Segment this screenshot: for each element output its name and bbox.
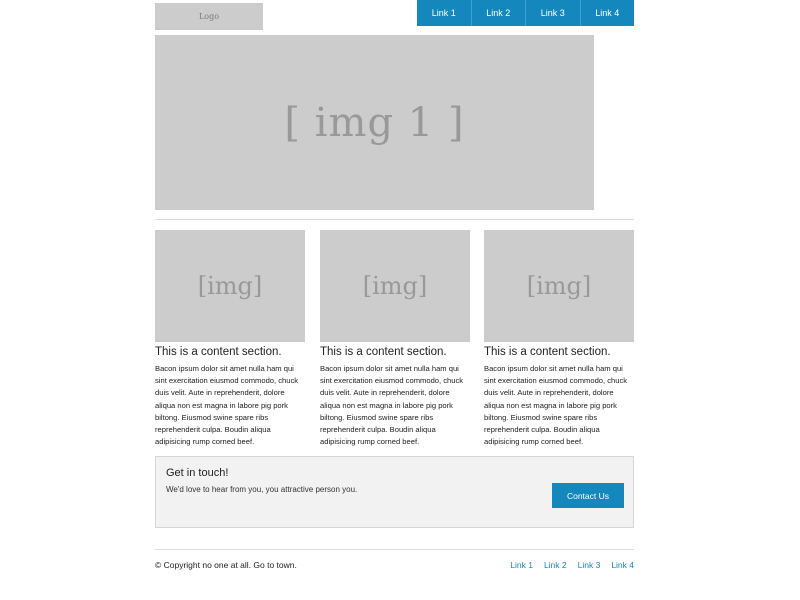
nav-link-4[interactable]: Link 4 bbox=[579, 0, 635, 26]
content-section-title: This is a content section. bbox=[484, 346, 611, 358]
footer-copyright: © Copyright no one at all. Go to town. bbox=[155, 560, 297, 570]
top-nav: Link 1 Link 2 Link 3 Link 4 bbox=[417, 0, 634, 26]
footer-nav: Link 1 Link 2 Link 3 Link 4 bbox=[510, 560, 634, 570]
nav-link-2[interactable]: Link 2 bbox=[470, 0, 526, 26]
footer-link-3[interactable]: Link 3 bbox=[578, 560, 601, 570]
content-section-title: This is a content section. bbox=[155, 346, 282, 358]
content-section-body: Bacon ipsum dolor sit amet nulla ham qui… bbox=[484, 364, 628, 447]
section-divider bbox=[155, 219, 634, 220]
get-in-touch-panel: Get in touch! We'd love to hear from you… bbox=[155, 456, 634, 528]
content-image-placeholder: [img] bbox=[155, 230, 305, 342]
get-in-touch-text: We'd love to hear from you, you attracti… bbox=[166, 485, 358, 494]
footer-divider bbox=[155, 549, 634, 550]
nav-link-1[interactable]: Link 1 bbox=[417, 0, 471, 26]
hero-placeholder-label: [ img 1 ] bbox=[284, 99, 465, 146]
logo[interactable]: Logo bbox=[155, 3, 263, 30]
image-placeholder-label: [img] bbox=[362, 272, 428, 300]
content-section-body: Bacon ipsum dolor sit amet nulla ham qui… bbox=[155, 364, 299, 447]
get-in-touch-title: Get in touch! bbox=[166, 467, 229, 479]
content-image-placeholder: [img] bbox=[320, 230, 470, 342]
logo-text: Logo bbox=[198, 12, 220, 21]
footer-link-2[interactable]: Link 2 bbox=[544, 560, 567, 570]
footer-link-4[interactable]: Link 4 bbox=[611, 560, 634, 570]
content-image-placeholder: [img] bbox=[484, 230, 634, 342]
footer-link-1[interactable]: Link 1 bbox=[510, 560, 533, 570]
content-section-1: [img] This is a content section. Bacon i… bbox=[155, 230, 305, 448]
page: Logo Link 1 Link 2 Link 3 Link 4 [ img 1… bbox=[0, 0, 800, 600]
content-section-3: [img] This is a content section. Bacon i… bbox=[484, 230, 634, 448]
content-section-title: This is a content section. bbox=[320, 346, 447, 358]
content-section-body: Bacon ipsum dolor sit amet nulla ham qui… bbox=[320, 364, 464, 447]
contact-us-button[interactable]: Contact Us bbox=[552, 483, 624, 508]
image-placeholder-label: [img] bbox=[197, 272, 263, 300]
nav-link-3[interactable]: Link 3 bbox=[525, 0, 580, 26]
hero-image-placeholder: [ img 1 ] bbox=[155, 35, 594, 210]
content-section-2: [img] This is a content section. Bacon i… bbox=[320, 230, 470, 448]
image-placeholder-label: [img] bbox=[526, 272, 592, 300]
